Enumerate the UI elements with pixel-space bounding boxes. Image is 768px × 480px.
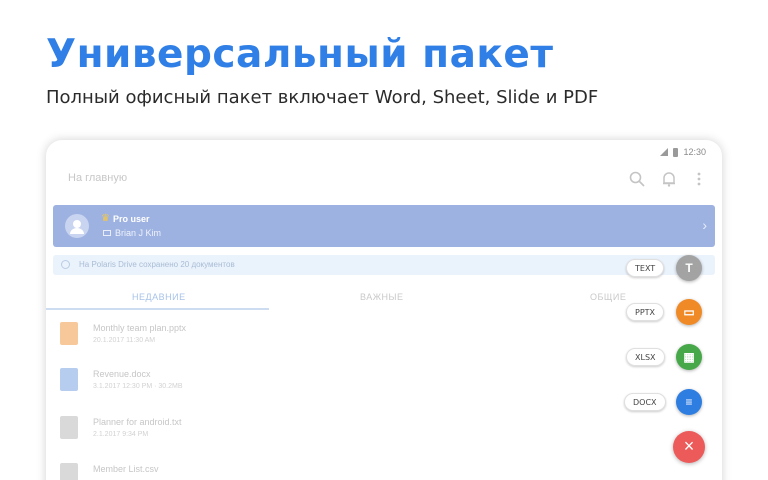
file-name: Planner for android.txt [93,417,182,427]
search-icon[interactable] [628,170,646,188]
signal-icon [660,148,669,156]
status-time: 12:30 [683,147,706,157]
slides-icon[interactable]: ▭ [676,299,702,325]
user-icon [70,220,84,234]
cloud-icon [61,260,70,269]
close-icon[interactable]: × [673,431,705,463]
pro-user-name: Brian J Kim [115,228,162,238]
text-icon[interactable]: T [676,255,702,281]
pro-user-card[interactable]: ♛ Pro user Brian J Kim › [53,205,715,247]
list-item[interactable]: Monthly team plan.pptx 20.1.2017 11:30 A… [46,318,566,358]
file-meta: 20.1.2017 11:30 AM [93,337,156,344]
file-name: Revenue.docx [93,369,151,379]
chevron-right-icon: › [702,217,707,233]
sheet-icon[interactable]: ▦ [676,344,702,370]
docx-chip[interactable]: DOCX [624,393,666,411]
battery-icon [673,147,679,157]
list-item[interactable]: Planner for android.txt 2.1.2017 9:34 PM [46,412,566,452]
docx-file-icon [60,368,78,391]
pro-user-title: Pro user [113,214,150,224]
file-name: Monthly team plan.pptx [93,323,187,333]
tab-indicator [46,308,269,310]
txt-file-icon [60,416,78,439]
file-meta: 3.1.2017 12:30 PM · 30.2MB [93,383,183,390]
file-tabs: НЕДАВНИЕ ВАЖНЫЕ ОБЩИЕ [46,288,722,310]
tablet-frame: 12:30 На главную ♛ Pro user Brian J Kim … [46,140,722,480]
more-icon[interactable] [690,170,708,188]
xlsx-chip[interactable]: XLSX [626,348,665,366]
mail-icon [103,230,111,236]
text-chip[interactable]: TEXT [626,259,665,277]
csv-file-icon [60,463,78,480]
list-item[interactable]: Revenue.docx 3.1.2017 12:30 PM · 30.2MB [46,364,566,404]
status-bar: 12:30 [660,144,706,160]
file-meta: 2.1.2017 9:34 PM [93,431,149,438]
tab-important[interactable]: ВАЖНЫЕ [360,292,404,302]
bell-icon[interactable] [660,170,678,188]
pptx-chip[interactable]: PPTX [626,303,665,321]
app-bar: На главную [46,164,722,194]
promo-headline: Универсальный пакет [46,32,554,77]
promo-subhead: Полный офисный пакет включает Word, Shee… [46,87,599,108]
tab-recent[interactable]: НЕДАВНИЕ [132,292,186,302]
pptx-file-icon [60,322,78,345]
app-bar-title[interactable]: На главную [68,172,127,184]
tab-shared[interactable]: ОБЩИЕ [590,292,626,302]
notice-text: На Polaris Drive сохранено 20 документов [79,260,235,269]
drive-notice[interactable]: На Polaris Drive сохранено 20 документов [53,255,715,275]
crown-icon: ♛ [101,213,110,224]
avatar [65,214,89,238]
doc-icon[interactable]: ≡ [676,389,702,415]
list-item[interactable]: Member List.csv [46,459,566,480]
file-name: Member List.csv [93,464,159,474]
